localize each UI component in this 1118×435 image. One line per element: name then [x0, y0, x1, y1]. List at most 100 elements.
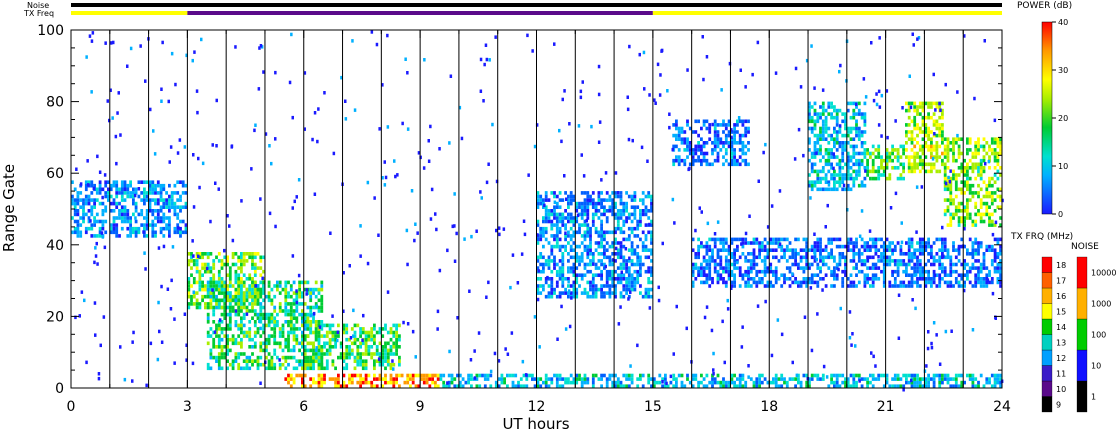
echo-cell	[705, 244, 709, 249]
echo-cell	[154, 183, 157, 188]
echo-cell	[857, 373, 861, 378]
echo-cell	[212, 273, 216, 277]
echo-cell	[298, 284, 301, 288]
echo-cell	[240, 366, 243, 371]
echo-cell	[356, 362, 360, 367]
echo-cell	[578, 262, 581, 267]
echo-cell	[284, 291, 288, 295]
echo-cell	[480, 196, 483, 200]
echo-cell	[583, 380, 587, 385]
echo-cell	[217, 345, 221, 349]
echo-cell	[586, 244, 590, 249]
echo-cell	[644, 244, 648, 249]
echo-cell	[389, 380, 393, 385]
echo-cell	[747, 252, 750, 256]
echo-cell	[317, 380, 321, 385]
echo-cell	[317, 330, 321, 335]
echo-cell	[129, 183, 132, 188]
echo-cell	[841, 148, 845, 152]
echo-cell	[120, 226, 124, 231]
echo-cell	[204, 294, 207, 299]
echo-cell	[916, 277, 919, 281]
echo-cell	[636, 269, 640, 274]
echo-cell	[949, 176, 953, 181]
echo-cell	[860, 262, 864, 267]
echo-cell	[896, 148, 900, 152]
echo-cell	[810, 183, 814, 188]
echo-cell	[256, 316, 260, 320]
echo-cell	[863, 155, 867, 159]
echo-cell	[946, 209, 950, 213]
echo-cell	[702, 155, 706, 159]
echo-cell	[123, 209, 127, 213]
echo-cell	[620, 270, 623, 274]
echo-cell	[345, 348, 349, 353]
echo-cell	[600, 234, 603, 238]
echo-cell	[251, 287, 254, 292]
echo-cell	[675, 304, 678, 309]
echo-cell	[957, 216, 961, 220]
echo-cell	[988, 148, 991, 152]
echo-cell	[932, 262, 936, 267]
echo-cell	[500, 377, 504, 381]
echo-cell	[849, 137, 853, 141]
echo-cell	[251, 345, 254, 349]
echo-cell	[622, 205, 626, 209]
echo-cell	[594, 248, 598, 252]
echo-cell	[384, 352, 387, 356]
echo-cell	[702, 119, 706, 124]
echo-cell	[763, 255, 767, 260]
echo-cell	[918, 266, 922, 270]
echo-cell	[985, 151, 989, 156]
echo-cell	[943, 155, 947, 159]
echo-cell	[373, 352, 376, 356]
echo-cell	[938, 101, 941, 106]
echo-cell	[755, 273, 759, 277]
echo-cell	[913, 126, 917, 131]
echo-cell	[711, 151, 714, 156]
echo-cell	[741, 123, 745, 127]
echo-cell	[891, 148, 894, 152]
echo-cell	[774, 377, 778, 381]
echo-cell	[622, 373, 626, 378]
echo-cell	[586, 234, 590, 238]
echo-cell	[359, 254, 362, 258]
echo-cell	[639, 212, 642, 217]
echo-cell	[600, 277, 603, 281]
echo-cell	[824, 262, 828, 267]
echo-cell	[585, 218, 588, 223]
echo-cell	[849, 126, 853, 131]
echo-cell	[799, 284, 803, 288]
echo-cell	[312, 345, 315, 349]
echo-cell	[206, 316, 210, 320]
echo-cell	[683, 384, 687, 388]
echo-cell	[292, 291, 296, 295]
echo-cell	[600, 273, 603, 277]
echo-cell	[547, 219, 551, 224]
echo-cell	[874, 377, 878, 381]
echo-cell	[907, 166, 911, 170]
echo-cell	[758, 269, 761, 274]
echo-cell	[813, 141, 817, 145]
echo-cell	[323, 352, 326, 356]
echo-cell	[569, 373, 573, 378]
echo-cell	[827, 266, 831, 270]
echo-cell	[705, 151, 709, 156]
echo-cell	[242, 334, 246, 338]
echo-cell	[292, 337, 296, 342]
echo-cell	[874, 241, 878, 245]
echo-cell	[256, 287, 260, 292]
echo-cell	[802, 237, 806, 242]
echo-cell	[774, 266, 778, 270]
echo-cell	[98, 219, 102, 224]
echo-cell	[149, 107, 152, 112]
echo-cell	[935, 373, 939, 378]
echo-cell	[630, 277, 634, 281]
echo-cell	[697, 133, 700, 138]
echo-cell	[849, 248, 853, 252]
echo-cell	[910, 162, 914, 167]
echo-cell	[544, 209, 548, 213]
echo-cell	[880, 155, 883, 159]
echo-cell	[253, 302, 257, 306]
echo-cell	[242, 359, 246, 363]
